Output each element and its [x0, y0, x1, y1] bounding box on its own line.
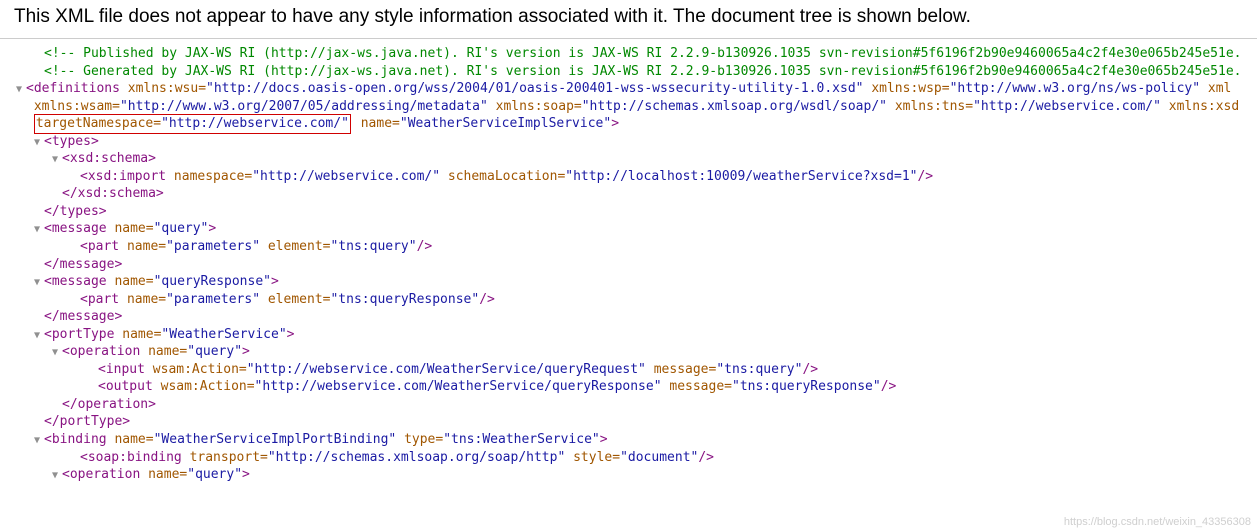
definitions-open-row2: xmlns:wsam="http://www.w3.org/2007/05/ad… — [12, 98, 1257, 116]
xsd-schema-close: </xsd:schema> — [12, 185, 1257, 203]
comment-published: <!-- Published by JAX-WS RI (http://jax-… — [12, 45, 1257, 63]
types-open: ▼<types> — [12, 133, 1257, 151]
chevron-down-icon[interactable]: ▼ — [30, 329, 44, 343]
highlight-target-namespace: targetNamespace="http://webservice.com/" — [34, 114, 351, 134]
binding-open: ▼<binding name="WeatherServiceImplPortBi… — [12, 431, 1257, 449]
chevron-down-icon[interactable]: ▼ — [30, 434, 44, 448]
chevron-down-icon[interactable]: ▼ — [30, 276, 44, 290]
operation-input: <input wsam:Action="http://webservice.co… — [12, 361, 1257, 379]
message-queryresponse-close: </message> — [12, 308, 1257, 326]
chevron-down-icon[interactable]: ▼ — [48, 469, 62, 483]
porttype-open: ▼<portType name="WeatherService"> — [12, 326, 1257, 344]
xsd-import: <xsd:import namespace="http://webservice… — [12, 168, 1257, 186]
chevron-down-icon[interactable]: ▼ — [30, 223, 44, 237]
chevron-down-icon[interactable]: ▼ — [12, 83, 26, 97]
comment-generated: <!-- Generated by JAX-WS RI (http://jax-… — [12, 63, 1257, 81]
operation-open: ▼<operation name="query"> — [12, 343, 1257, 361]
message-query-part: <part name="parameters" element="tns:que… — [12, 238, 1257, 256]
definitions-open-row3: targetNamespace="http://webservice.com/"… — [12, 115, 1257, 133]
definitions-open-row1: ▼<definitions xmlns:wsu="http://docs.oas… — [12, 80, 1257, 98]
chevron-down-icon[interactable]: ▼ — [48, 153, 62, 167]
soap-binding: <soap:binding transport="http://schemas.… — [12, 449, 1257, 467]
types-close: </types> — [12, 203, 1257, 221]
chevron-down-icon[interactable]: ▼ — [48, 346, 62, 360]
message-queryresponse-open: ▼<message name="queryResponse"> — [12, 273, 1257, 291]
operation-close: </operation> — [12, 396, 1257, 414]
binding-operation-open: ▼<operation name="query"> — [12, 466, 1257, 484]
chevron-down-icon[interactable]: ▼ — [30, 136, 44, 150]
message-queryresponse-part: <part name="parameters" element="tns:que… — [12, 291, 1257, 309]
no-style-banner: This XML file does not appear to have an… — [0, 0, 1257, 39]
message-query-close: </message> — [12, 256, 1257, 274]
xml-tree: <!-- Published by JAX-WS RI (http://jax-… — [0, 39, 1257, 484]
operation-output: <output wsam:Action="http://webservice.c… — [12, 378, 1257, 396]
message-query-open: ▼<message name="query"> — [12, 220, 1257, 238]
watermark-text: https://blog.csdn.net/weixin_43356308 — [1064, 516, 1251, 528]
xsd-schema-open: ▼<xsd:schema> — [12, 150, 1257, 168]
porttype-close: </portType> — [12, 413, 1257, 431]
